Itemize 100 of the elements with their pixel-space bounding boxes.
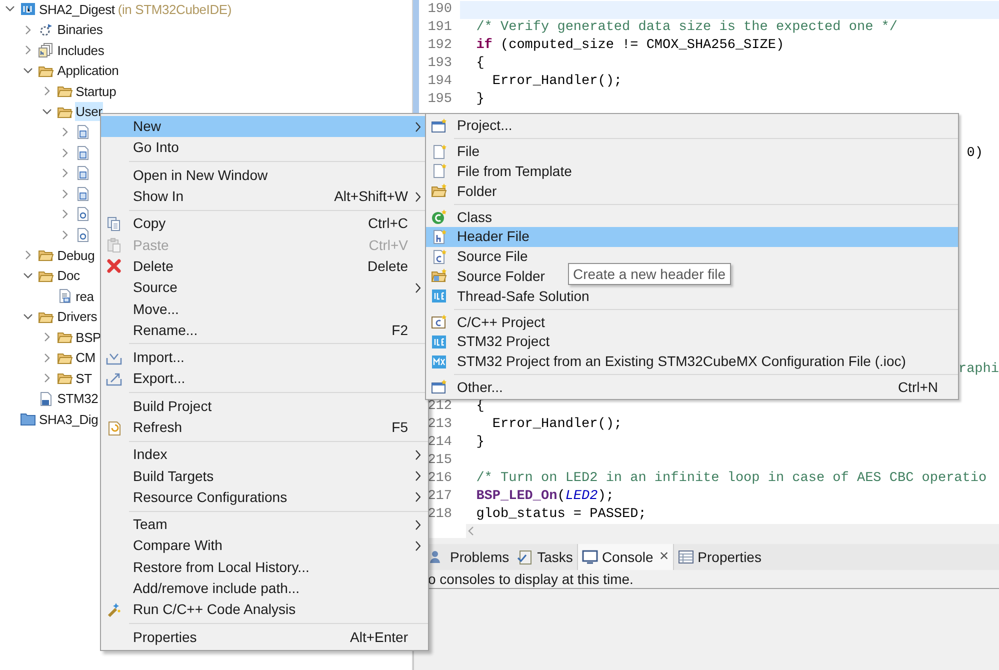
code-line: } bbox=[475, 91, 486, 109]
project-location: (in STM32CubeIDE) bbox=[118, 0, 232, 19]
menu-item[interactable]: Resource Configurations bbox=[101, 486, 428, 508]
file-icon bbox=[74, 165, 91, 182]
file-icon bbox=[431, 314, 447, 330]
menu-item[interactable]: File bbox=[426, 142, 958, 162]
panel-tab[interactable]: Problems bbox=[426, 544, 514, 570]
menu-item[interactable]: Header File bbox=[426, 226, 958, 247]
chevron-right-icon bbox=[413, 518, 423, 531]
code-line: Error_Handler(); bbox=[491, 73, 624, 91]
code-line: /* Turn on LED2 in an infinite loop in case of AES CBC operatio bbox=[475, 470, 988, 488]
tree-item[interactable]: ST bbox=[74, 368, 93, 388]
file-icon bbox=[38, 390, 54, 407]
tree-item[interactable]: Startup bbox=[74, 82, 118, 101]
chevron-right-icon bbox=[413, 540, 423, 552]
menu-item[interactable]: Rename... F2 bbox=[101, 320, 428, 341]
code-line: Error_Handler(); bbox=[491, 416, 624, 434]
line-number: 212 bbox=[426, 398, 453, 416]
line-number: 195 bbox=[426, 90, 453, 109]
line-number: 215 bbox=[426, 452, 453, 470]
checklist-icon bbox=[517, 549, 534, 565]
tree-item[interactable]: SHA3_Dig bbox=[38, 410, 100, 429]
menu-item[interactable]: New bbox=[101, 116, 428, 138]
close-button[interactable]: × bbox=[659, 545, 669, 569]
menu-item[interactable]: Team bbox=[101, 514, 428, 536]
code-fragment: 0) bbox=[966, 145, 984, 163]
chevron-right-icon bbox=[413, 120, 423, 133]
ide-logo-icon bbox=[431, 288, 447, 304]
menu-item[interactable]: STM32 Project from an Existing STM32CubeMX Configuration File (.ioc) bbox=[426, 352, 958, 372]
tree-item[interactable]: Drivers bbox=[56, 307, 98, 326]
code-fragment: raphi bbox=[958, 361, 999, 379]
line-number: 194 bbox=[426, 72, 453, 91]
file-icon bbox=[431, 144, 447, 160]
class-icon bbox=[431, 209, 447, 226]
stacked-pages-icon bbox=[38, 42, 54, 58]
file-icon bbox=[74, 144, 91, 161]
folder-icon bbox=[431, 268, 447, 284]
panel-tab[interactable]: Properties bbox=[674, 544, 766, 570]
tree-item[interactable]: CM bbox=[74, 348, 96, 368]
ide-logo-icon bbox=[431, 334, 447, 350]
clipboard-icon bbox=[106, 237, 122, 254]
menu-item[interactable]: Class bbox=[426, 207, 958, 227]
menu-item[interactable]: Open in New Window bbox=[101, 164, 428, 186]
menu-item[interactable]: STM32 Project bbox=[426, 332, 958, 352]
file-icon bbox=[74, 186, 91, 202]
horizontal-scrollbar[interactable] bbox=[466, 524, 999, 538]
menu-item[interactable]: Delete Delete bbox=[101, 256, 428, 278]
menu-item[interactable]: File from Template bbox=[426, 162, 958, 182]
code-line: } bbox=[475, 434, 486, 452]
tree-item[interactable]: BSP bbox=[74, 328, 102, 347]
tree-item[interactable]: SHA2_Digest bbox=[38, 0, 116, 19]
window-icon bbox=[431, 379, 447, 396]
tree-item[interactable]: Application bbox=[56, 61, 120, 80]
copy-icon bbox=[106, 216, 122, 232]
tree-item[interactable]: User bbox=[74, 102, 104, 122]
menu-item[interactable]: Import... bbox=[101, 346, 428, 368]
menu-item[interactable]: Project... bbox=[426, 116, 958, 136]
panel-tab[interactable]: Tasks bbox=[513, 544, 577, 570]
menu-item[interactable]: Thread-Safe Solution bbox=[426, 286, 958, 306]
menu-item[interactable]: Folder bbox=[426, 181, 958, 202]
menu-item[interactable]: Run C/C++ Code Analysis bbox=[101, 599, 428, 621]
line-number: 217 bbox=[426, 488, 453, 506]
tree-item[interactable]: Includes bbox=[56, 40, 106, 60]
menu-item[interactable]: Index bbox=[101, 444, 428, 466]
menu-item[interactable]: Compare With bbox=[101, 535, 428, 557]
line-number: 218 bbox=[426, 506, 453, 524]
code-line: { bbox=[475, 55, 486, 73]
window-icon bbox=[431, 118, 447, 134]
panel-tab[interactable]: Console × bbox=[576, 544, 674, 570]
menu-item[interactable]: Build Targets bbox=[101, 465, 428, 487]
line-number: 216 bbox=[426, 470, 453, 488]
chevron-right-icon bbox=[413, 470, 423, 482]
file-icon bbox=[74, 206, 91, 222]
menu-item[interactable]: Other... Ctrl+N bbox=[426, 378, 958, 398]
menu-item[interactable]: Build Project bbox=[101, 396, 428, 417]
tree-item[interactable]: Doc bbox=[56, 266, 81, 286]
file-icon bbox=[56, 288, 73, 304]
tree-item[interactable]: STM32 bbox=[56, 389, 100, 408]
menu-item[interactable]: C/C++ Project bbox=[426, 312, 958, 332]
code-line: BSP_LED_On(LED2); bbox=[475, 488, 615, 506]
menu-item[interactable]: Move... bbox=[101, 298, 428, 320]
file-icon bbox=[431, 248, 447, 265]
line-number: 213 bbox=[426, 416, 453, 434]
tree-item[interactable]: Debug bbox=[56, 246, 96, 265]
menu-item[interactable]: Export... bbox=[101, 368, 428, 390]
menu-item[interactable]: Properties Alt+Enter bbox=[101, 626, 428, 648]
tree-item[interactable]: rea bbox=[74, 286, 95, 306]
menu-item[interactable]: Source bbox=[101, 277, 428, 298]
tree-item[interactable]: Binaries bbox=[56, 20, 104, 40]
chevron-right-icon bbox=[413, 190, 423, 203]
chevron-right-icon bbox=[413, 491, 423, 504]
magic-wand-icon bbox=[106, 602, 122, 618]
menu-item[interactable]: Show In Alt+Shift+W bbox=[101, 186, 428, 208]
folder-icon bbox=[20, 411, 36, 428]
menu-item[interactable]: Go Into bbox=[101, 137, 428, 159]
line-number: 192 bbox=[426, 36, 453, 55]
menu-item[interactable]: Refresh F5 bbox=[101, 416, 428, 438]
monitor-icon bbox=[582, 549, 598, 565]
mx-logo-icon bbox=[431, 354, 447, 370]
file-icon bbox=[74, 124, 91, 140]
